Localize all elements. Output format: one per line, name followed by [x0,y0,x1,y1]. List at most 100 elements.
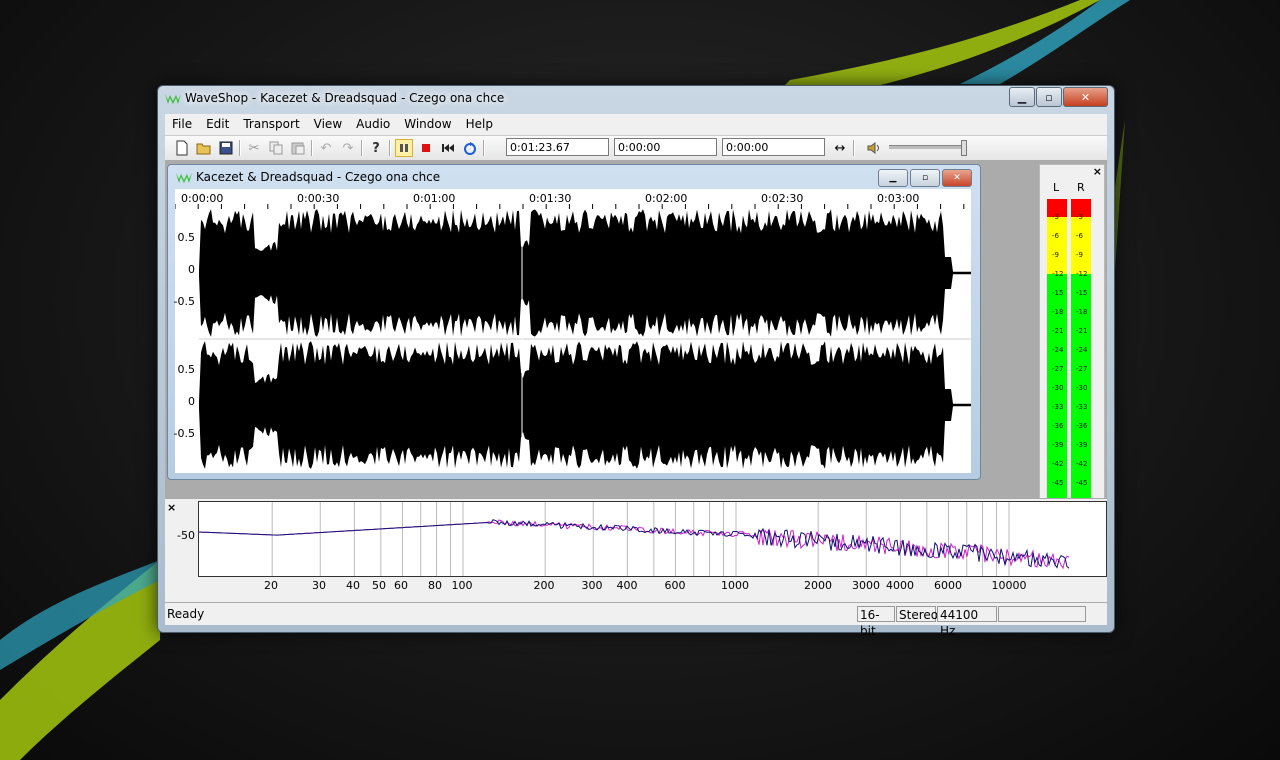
meter-scale-label: -12 [1052,270,1064,278]
document-close-button[interactable]: ✕ [942,169,972,187]
volume-slider-thumb[interactable] [961,140,967,156]
meter-scale-label: -30 [1052,384,1064,392]
meter-scale-label: -24 [1052,346,1064,354]
meter-scale-label: -39 [1052,441,1064,449]
status-text: Ready [167,607,205,621]
meter-close-icon[interactable]: × [1093,165,1102,178]
spectrum-x-label: 80 [428,579,442,592]
new-file-button[interactable] [173,139,191,157]
time-ruler[interactable]: 0:00:00 0:00:30 0:01:00 0:01:30 0:02:00 … [175,189,971,210]
maximize-icon: ▫ [1045,90,1053,104]
spectrum-x-label: 60 [394,579,408,592]
meter-scale-label: -27 [1052,365,1064,373]
meter-scale-label: -33 [1076,403,1088,411]
minimize-button[interactable]: ▁ [1009,87,1035,107]
menu-help[interactable]: Help [459,117,500,131]
zoom-fit-icon: ↔ [834,140,846,156]
waveshop-logo-icon [165,94,181,104]
waveform-channel [199,209,971,337]
meter-scale-label: -42 [1076,460,1088,468]
meter-left-label: L [1053,181,1060,194]
document-window: Kacezet & Dreadsquad - Czego ona chce ▁ … [167,164,981,480]
spectrum-panel: × -50 20 30 40 50 60 80 100 200 300 400 600 1000 200… [165,498,1107,601]
meter-scale-label: -9 [1052,251,1059,259]
pause-button[interactable] [395,139,413,157]
paste-icon [291,142,305,155]
new-file-icon [176,140,188,156]
loop-button[interactable] [461,139,479,157]
document-restore-button[interactable]: ▫ [910,169,940,187]
volume-slider[interactable] [889,140,967,156]
position-field[interactable]: 0:01:23.67 [506,138,609,156]
document-icon [176,173,192,183]
meter-scale-label: -18 [1052,308,1064,316]
spectrum-x-label: 100 [451,579,473,592]
selection-length-field[interactable]: 0:00:00 [722,138,825,156]
client-area: File Edit Transport View Audio Window He… [165,114,1107,638]
meter-scale-label: -36 [1052,422,1064,430]
meter-scale-label: -45 [1076,479,1088,487]
spectrum-x-label: 10000 [991,579,1027,592]
mdi-area: Kacezet & Dreadsquad - Czego ona chce ▁ … [165,160,1035,498]
meter-scale-label: -9 [1076,251,1083,259]
status-bar: Ready 16-bit Stereo 44100 Hz [165,602,1107,638]
y-label: 0 [188,263,195,276]
close-button[interactable]: ✕ [1063,87,1108,107]
rewind-button[interactable] [439,139,457,157]
spectrum-x-label: 4000 [886,579,914,592]
menu-transport[interactable]: Transport [236,117,306,131]
paste-button[interactable] [289,139,307,157]
menu-file[interactable]: File [165,117,199,131]
spectrum-x-label: 200 [533,579,555,592]
y-label: -0.5 [173,295,195,308]
spectrum-close-icon[interactable]: × [167,501,176,514]
close-icon: ✕ [953,173,961,183]
document-minimize-button[interactable]: ▁ [878,169,908,187]
close-icon: ✕ [1080,90,1091,104]
selection-start-field[interactable]: 0:00:00 [614,138,717,156]
redo-button[interactable]: ↷ [339,139,357,157]
restore-icon: ▫ [921,173,929,183]
meter-scale-label: -39 [1076,441,1088,449]
toolbar: ✂ ↶ ↷ ? 0:01:23.67 0:00:00 0:00:00 ↔ [165,135,1107,161]
save-icon [219,141,233,155]
waveform-view[interactable]: 0.5 0 -0.5 0.5 0 -0.5 [173,209,971,473]
menu-audio[interactable]: Audio [349,117,397,131]
cut-button[interactable]: ✂ [245,139,263,157]
spectrum-y-label: -50 [177,529,195,542]
main-window: WaveShop - Kacezet & Dreadsquad - Czego … [157,85,1115,638]
status-empty [998,606,1086,622]
open-button[interactable] [195,139,213,157]
level-meter: × L R -3 -6 -9 -12 -15 -18 -21 -24 -27 -30 -33 -36-… [1039,164,1105,506]
undo-button[interactable]: ↶ [317,139,335,157]
spectrum-x-label: 40 [346,579,360,592]
waveform-canvas [199,209,971,473]
copy-button[interactable] [267,139,285,157]
menu-edit[interactable]: Edit [199,117,236,131]
spectrum-x-label: 400 [616,579,638,592]
meter-left-bar: -3 -6 -9 -12 -15 -18 -21 -24 -27 -30 -33 -36 -39 -42 -… [1047,199,1067,501]
window-titlebar[interactable]: WaveShop - Kacezet & Dreadsquad - Czego … [158,86,1114,112]
y-label: 0.5 [177,231,196,244]
volume-button[interactable] [865,139,883,157]
undo-icon: ↶ [320,140,332,156]
spectrum-x-label: 2000 [804,579,832,592]
menu-window[interactable]: Window [397,117,458,131]
spectrum-plot[interactable] [198,501,1107,577]
zoom-fit-button[interactable]: ↔ [831,139,849,157]
save-button[interactable] [217,139,235,157]
meter-right-bar: -3 -6 -9 -12 -15 -18 -21 -24 -27 -30 -33 -36 -39 -42 -… [1071,199,1091,501]
meter-scale-label: -15 [1052,289,1064,297]
status-bit-depth: 16-bit [857,606,895,638]
speaker-icon [867,142,879,154]
spectrum-x-label: 600 [664,579,686,592]
meter-scale-label: -3 [1076,213,1083,221]
meter-scale-label: -45 [1052,479,1064,487]
maximize-button[interactable]: ▫ [1036,87,1062,107]
redo-icon: ↷ [342,140,354,156]
loop-icon [464,142,476,155]
help-button[interactable]: ? [367,139,385,157]
spectrum-x-label: 1000 [721,579,749,592]
stop-button[interactable] [417,139,435,157]
menu-view[interactable]: View [307,117,349,131]
